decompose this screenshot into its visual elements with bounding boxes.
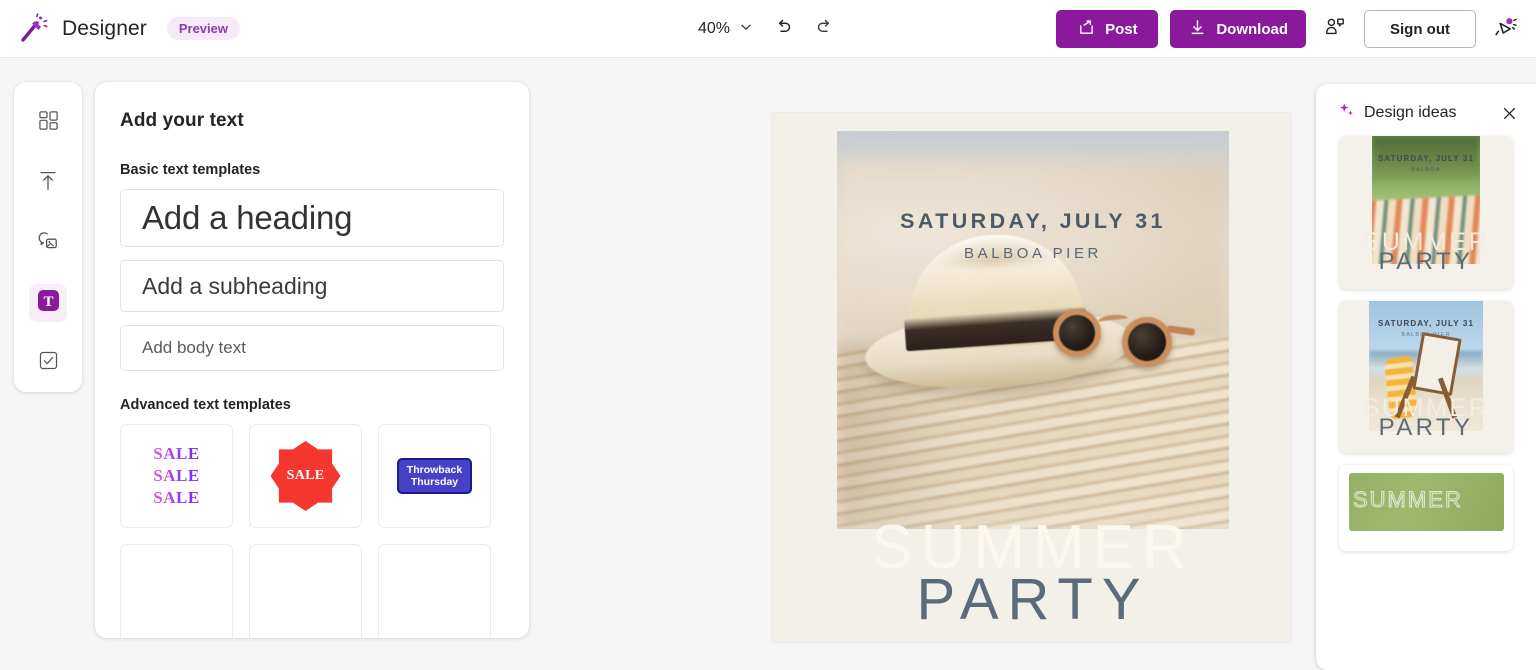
throwback-line-1: Throwback — [407, 464, 462, 476]
throwback-chip: Throwback Thursday — [397, 458, 472, 494]
sign-out-button[interactable]: Sign out — [1364, 10, 1476, 48]
idea-1-title-2: PARTY — [1339, 248, 1513, 276]
advanced-template-throwback-thursday[interactable]: Throwback Thursday — [378, 424, 491, 528]
text-template-body-label: Add body text — [142, 338, 246, 358]
advanced-template-sale-gradient[interactable]: SALE SALE SALE — [120, 424, 233, 528]
chevron-down-icon — [739, 20, 753, 39]
undo-button[interactable] — [767, 12, 801, 46]
advanced-templates-grid: SALE SALE SALE SALE Throwback Thursday — [120, 424, 504, 638]
megaphone-icon — [1492, 14, 1518, 45]
share-icon — [1077, 18, 1096, 41]
undo-icon — [774, 17, 794, 42]
throwback-line-2: Thursday — [407, 476, 462, 488]
text-template-body[interactable]: Add body text — [120, 325, 504, 371]
close-icon[interactable] — [1496, 100, 1522, 126]
design-date: SATURDAY, JULY 31 — [837, 209, 1229, 234]
design-place: BALBOA PIER — [837, 245, 1229, 262]
design-ideas-title: Design ideas — [1364, 104, 1487, 122]
panel-title: Add your text — [120, 110, 504, 132]
top-toolbar: Designer Preview 40% — [0, 0, 1536, 58]
upload-arrow-icon — [37, 170, 59, 197]
basic-templates-label: Basic text templates — [120, 162, 504, 178]
people-comment-icon — [1323, 15, 1347, 44]
design-idea-card-2[interactable]: SATURDAY, JULY 31 BALBOA PIER SUMMER PAR… — [1339, 301, 1513, 453]
redo-icon — [814, 17, 834, 42]
advanced-templates-label: Advanced text templates — [120, 397, 504, 413]
sidebar-item-brand[interactable] — [29, 344, 67, 382]
left-rail: T — [14, 82, 82, 392]
download-label: Download — [1216, 21, 1288, 38]
text-template-subheading-label: Add a subheading — [142, 273, 327, 300]
design-idea-card-3[interactable]: SUMMER — [1339, 465, 1513, 551]
right-tools: Post Download Sign out — [1056, 0, 1522, 58]
zoom-control[interactable]: 40% — [688, 15, 761, 44]
feedback-button[interactable] — [1488, 12, 1522, 46]
sidebar-item-upload[interactable] — [29, 164, 67, 202]
text-template-heading[interactable]: Add a heading — [120, 189, 504, 247]
sale-line-3: SALE — [153, 488, 199, 508]
sidebar-item-text[interactable]: T — [29, 284, 67, 322]
starburst-shape: SALE — [271, 441, 341, 511]
canvas-area[interactable]: SATURDAY, JULY 31 BALBOA PIER SUMMER PAR… — [772, 112, 1291, 642]
design-title-line-2[interactable]: PARTY — [837, 571, 1229, 627]
post-label: Post — [1105, 21, 1138, 38]
design-header-block[interactable]: SATURDAY, JULY 31 BALBOA PIER — [837, 209, 1229, 262]
text-template-heading-label: Add a heading — [142, 199, 352, 237]
text-template-subheading[interactable]: Add a subheading — [120, 260, 504, 312]
advanced-template-placeholder-6[interactable] — [378, 544, 491, 638]
redo-button[interactable] — [807, 12, 841, 46]
idea-3-title-1: SUMMER — [1353, 487, 1513, 513]
brand: Designer Preview — [0, 12, 240, 46]
collaborate-button[interactable] — [1318, 12, 1352, 46]
design-artboard[interactable]: SATURDAY, JULY 31 BALBOA PIER SUMMER PAR… — [837, 131, 1229, 627]
sparkle-icon — [1338, 102, 1355, 124]
starburst-label: SALE — [287, 468, 325, 484]
download-arrow-icon — [1188, 18, 1207, 41]
sign-out-label: Sign out — [1390, 21, 1450, 38]
preview-badge: Preview — [167, 17, 240, 40]
grid-squares-icon — [38, 110, 59, 136]
design-ideas-header: Design ideas — [1316, 84, 1536, 136]
advanced-template-sale-starburst[interactable]: SALE — [249, 424, 362, 528]
idea-2-chair-back — [1412, 332, 1461, 396]
design-photo — [837, 131, 1229, 529]
idea-2-date: SATURDAY, JULY 31 — [1339, 319, 1513, 328]
idea-1-place: BALBOA — [1339, 167, 1513, 173]
center-tools: 40% — [688, 0, 841, 58]
image-bubble-icon — [37, 230, 59, 257]
post-button[interactable]: Post — [1056, 10, 1158, 48]
svg-text:T: T — [43, 294, 53, 310]
magic-wand-icon — [16, 12, 50, 46]
app-title: Designer — [62, 17, 147, 41]
zoom-level: 40% — [698, 20, 730, 38]
text-t-icon: T — [36, 288, 61, 318]
sale-line-2: SALE — [153, 466, 199, 486]
download-button[interactable]: Download — [1170, 10, 1306, 48]
idea-2-title-2: PARTY — [1339, 414, 1513, 442]
advanced-template-placeholder-5[interactable] — [249, 544, 362, 638]
text-panel: Add your text Basic text templates Add a… — [95, 82, 529, 638]
sale-gradient-stack: SALE SALE SALE — [153, 444, 199, 508]
sale-line-1: SALE — [153, 444, 199, 464]
design-idea-card-1[interactable]: SATURDAY, JULY 31 BALBOA SUMMER PARTY — [1339, 136, 1513, 289]
advanced-template-placeholder-4[interactable] — [120, 544, 233, 638]
idea-1-date: SATURDAY, JULY 31 — [1339, 154, 1513, 163]
checkbox-icon — [38, 350, 59, 376]
idea-2-place: BALBOA PIER — [1339, 332, 1513, 338]
sidebar-item-media[interactable] — [29, 224, 67, 262]
sidebar-item-templates[interactable] — [29, 104, 67, 142]
design-ideas-panel: Design ideas SATURDAY, JULY 31 BALBOA SU… — [1316, 84, 1536, 670]
